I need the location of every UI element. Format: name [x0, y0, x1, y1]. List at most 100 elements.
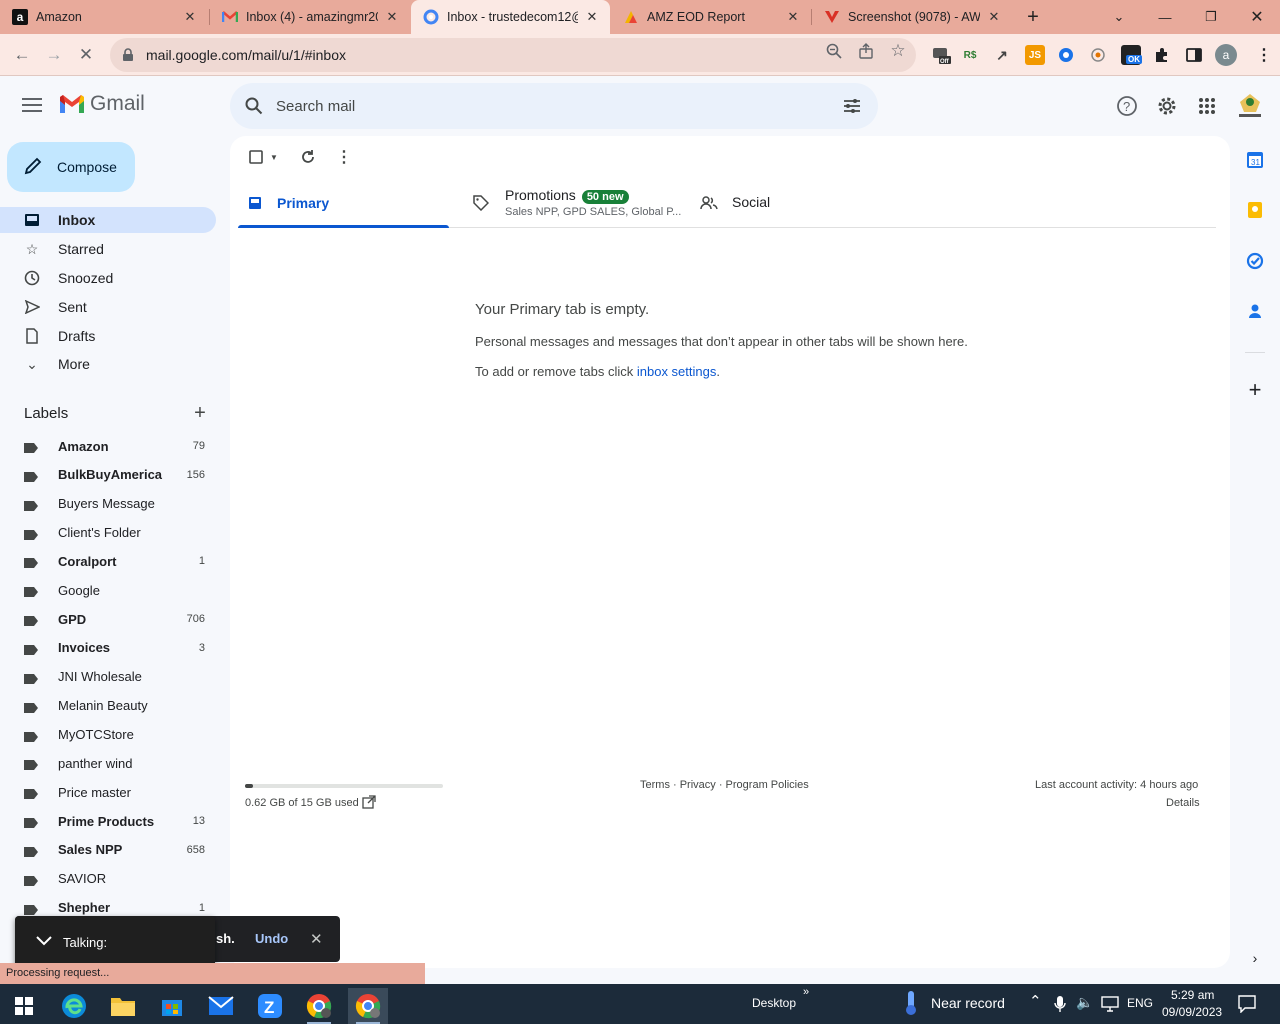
- browser-tab-amazon[interactable]: a Amazon ✕: [0, 0, 208, 34]
- clock-time[interactable]: 5:29 am: [1171, 988, 1214, 1002]
- tray-chevron-up-icon[interactable]: ⌃: [1029, 992, 1042, 1010]
- lock-icon[interactable]: [122, 48, 136, 62]
- contacts-icon[interactable]: [1245, 301, 1265, 321]
- main-menu-icon[interactable]: [20, 94, 44, 118]
- extension-arrow-icon[interactable]: ↗: [992, 45, 1012, 65]
- extension-cloud-icon[interactable]: [1088, 45, 1108, 65]
- browser-tab-gmail-trustedecom[interactable]: Inbox - trustedecom12@g ✕: [411, 0, 610, 34]
- label-item[interactable]: Buyers Message: [0, 491, 216, 517]
- label-item[interactable]: Client's Folder: [0, 520, 216, 546]
- close-icon[interactable]: ✕: [182, 9, 198, 25]
- address-bar[interactable]: mail.google.com/mail/u/1/#inbox: [110, 38, 916, 72]
- side-panel-icon[interactable]: [1184, 45, 1204, 65]
- close-window-button[interactable]: ✕: [1234, 0, 1280, 34]
- nav-snoozed[interactable]: Snoozed: [0, 265, 216, 291]
- voice-talking-popup[interactable]: Talking:: [15, 916, 215, 968]
- label-item[interactable]: Google: [0, 577, 216, 603]
- account-logo-icon[interactable]: [1236, 90, 1264, 120]
- browser-tab-screenshot[interactable]: Screenshot (9078) - AWL ✕: [812, 0, 1012, 34]
- microsoft-store-icon[interactable]: [152, 988, 192, 1024]
- clock-date[interactable]: 09/09/2023: [1162, 1005, 1222, 1019]
- label-item[interactable]: JNI Wholesale: [0, 664, 216, 690]
- apps-grid-icon[interactable]: [1195, 94, 1219, 118]
- restore-button[interactable]: ❐: [1188, 0, 1234, 34]
- details-link[interactable]: Details: [1166, 797, 1200, 809]
- zoom-icon[interactable]: [825, 42, 843, 60]
- browser-tab-gmail-amazingmr[interactable]: Inbox (4) - amazingmr202 ✕: [210, 0, 410, 34]
- select-dropdown-icon[interactable]: ▼: [264, 147, 284, 167]
- tab-social[interactable]: Social: [692, 180, 892, 228]
- network-icon[interactable]: [1101, 996, 1119, 1015]
- label-item[interactable]: Amazon 79: [0, 433, 216, 459]
- footer-links[interactable]: Terms · Privacy · Program Policies: [640, 779, 809, 791]
- search-options-icon[interactable]: [842, 96, 862, 119]
- label-item[interactable]: GPD 706: [0, 606, 216, 632]
- browser-menu-icon[interactable]: ⋮: [1254, 45, 1274, 65]
- extension-blue-icon[interactable]: [1056, 45, 1076, 65]
- label-item[interactable]: Coralport 1: [0, 548, 216, 574]
- settings-gear-icon[interactable]: [1155, 94, 1179, 118]
- nav-inbox[interactable]: Inbox: [0, 207, 216, 233]
- tab-search-chevron-icon[interactable]: ⌄: [1096, 0, 1142, 34]
- more-options-icon[interactable]: ⋮: [334, 147, 354, 167]
- undo-button[interactable]: Undo: [255, 931, 288, 946]
- close-icon[interactable]: ✕: [310, 930, 323, 948]
- get-addons-plus-icon[interactable]: +: [1245, 377, 1265, 402]
- desktop-toolbar-label[interactable]: Desktop: [752, 996, 796, 1010]
- back-button[interactable]: ←: [7, 40, 37, 70]
- help-icon[interactable]: ?: [1115, 94, 1139, 118]
- close-icon[interactable]: ✕: [986, 9, 1002, 25]
- zoom-app-icon[interactable]: Z: [250, 988, 290, 1024]
- add-label-icon[interactable]: +: [190, 402, 210, 424]
- search-icon[interactable]: [244, 96, 264, 116]
- select-all-checkbox[interactable]: [246, 147, 266, 167]
- nav-drafts[interactable]: Drafts: [0, 323, 216, 349]
- extension-rs-icon[interactable]: R$: [960, 45, 980, 65]
- refresh-icon[interactable]: [298, 147, 318, 167]
- gmail-logo[interactable]: Gmail: [58, 92, 145, 116]
- forward-button[interactable]: →: [39, 40, 69, 70]
- close-icon[interactable]: ✕: [785, 9, 801, 25]
- calendar-icon[interactable]: 31: [1245, 150, 1265, 170]
- label-item[interactable]: panther wind: [0, 750, 216, 776]
- chrome-profile-m-icon[interactable]: [299, 988, 339, 1024]
- toolbar-overflow-icon[interactable]: »: [803, 986, 809, 998]
- nav-sent[interactable]: Sent: [0, 294, 216, 320]
- chevron-down-icon[interactable]: [35, 935, 53, 950]
- nav-more[interactable]: ⌄ More: [0, 351, 216, 377]
- chrome-profile-a-icon[interactable]: [348, 988, 388, 1024]
- label-item[interactable]: Sales NPP 658: [0, 837, 216, 863]
- extensions-puzzle-icon[interactable]: [1152, 45, 1172, 65]
- label-item[interactable]: MyOTCStore: [0, 722, 216, 748]
- tab-primary[interactable]: Primary: [238, 180, 449, 228]
- nav-starred[interactable]: ☆ Starred: [0, 236, 216, 262]
- close-icon[interactable]: ✕: [384, 9, 400, 25]
- mail-app-icon[interactable]: [201, 988, 241, 1024]
- external-link-icon[interactable]: [362, 795, 376, 812]
- extension-ok-icon[interactable]: OK: [1121, 45, 1142, 65]
- search-input[interactable]: [276, 97, 816, 115]
- profile-avatar[interactable]: a: [1215, 44, 1237, 66]
- search-bar[interactable]: [230, 83, 878, 129]
- minimize-button[interactable]: —: [1142, 0, 1188, 34]
- tab-promotions[interactable]: Promotions 50 new Sales NPP, GPD SALES, G…: [465, 180, 685, 228]
- edge-browser-icon[interactable]: [54, 988, 94, 1024]
- label-item[interactable]: Melanin Beauty: [0, 693, 216, 719]
- label-item[interactable]: BulkBuyAmerica 156: [0, 462, 216, 488]
- tasks-icon[interactable]: [1245, 251, 1265, 271]
- keep-icon[interactable]: [1245, 200, 1265, 220]
- microphone-icon[interactable]: [1054, 995, 1066, 1016]
- label-item[interactable]: Prime Products 13: [0, 808, 216, 834]
- windows-start-icon[interactable]: [4, 988, 44, 1024]
- bookmark-star-icon[interactable]: ☆: [889, 41, 907, 60]
- notification-center-icon[interactable]: [1238, 995, 1256, 1016]
- label-item[interactable]: SAVIOR: [0, 866, 216, 892]
- close-icon[interactable]: ✕: [584, 9, 600, 25]
- stop-loading-button[interactable]: ✕: [71, 40, 101, 70]
- file-explorer-icon[interactable]: [103, 988, 143, 1024]
- language-indicator[interactable]: ENG: [1127, 996, 1153, 1010]
- thermometer-icon[interactable]: [903, 990, 919, 1019]
- label-item[interactable]: Price master: [0, 779, 216, 805]
- weather-text[interactable]: Near record: [931, 995, 1005, 1011]
- label-item[interactable]: Invoices 3: [0, 635, 216, 661]
